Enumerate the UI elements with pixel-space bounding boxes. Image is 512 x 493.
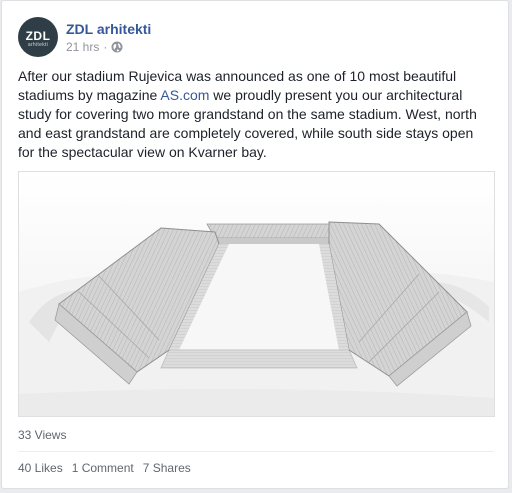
page-name-link[interactable]: ZDL arhitekti (66, 20, 151, 38)
comments-count[interactable]: 1 Comment (72, 460, 134, 476)
globe-icon[interactable] (111, 41, 123, 53)
post-card: ZDL arhitekti ZDL arhitekti 21 hrs · Aft… (1, 0, 509, 489)
post-meta: 21 hrs · (66, 39, 123, 55)
post-text: After our stadium Rujevica was announced… (18, 67, 490, 162)
footer-divider (18, 451, 494, 452)
engagement-stats: 40 Likes 1 Comment 7 Shares (18, 460, 191, 476)
shares-count[interactable]: 7 Shares (143, 460, 191, 476)
post-image[interactable] (18, 171, 495, 417)
views-count: 33 Views (18, 428, 67, 442)
stadium-rendering (19, 172, 494, 416)
avatar-logo-subtext: arhitekti (27, 42, 49, 48)
avatar[interactable]: ZDL arhitekti (18, 17, 58, 57)
avatar-logo-text: ZDL (25, 29, 51, 43)
likes-count[interactable]: 40 Likes (18, 460, 63, 476)
meta-separator: · (103, 40, 108, 54)
timestamp-link[interactable]: 21 hrs (66, 39, 99, 55)
as-com-link[interactable]: AS.com (160, 87, 209, 103)
